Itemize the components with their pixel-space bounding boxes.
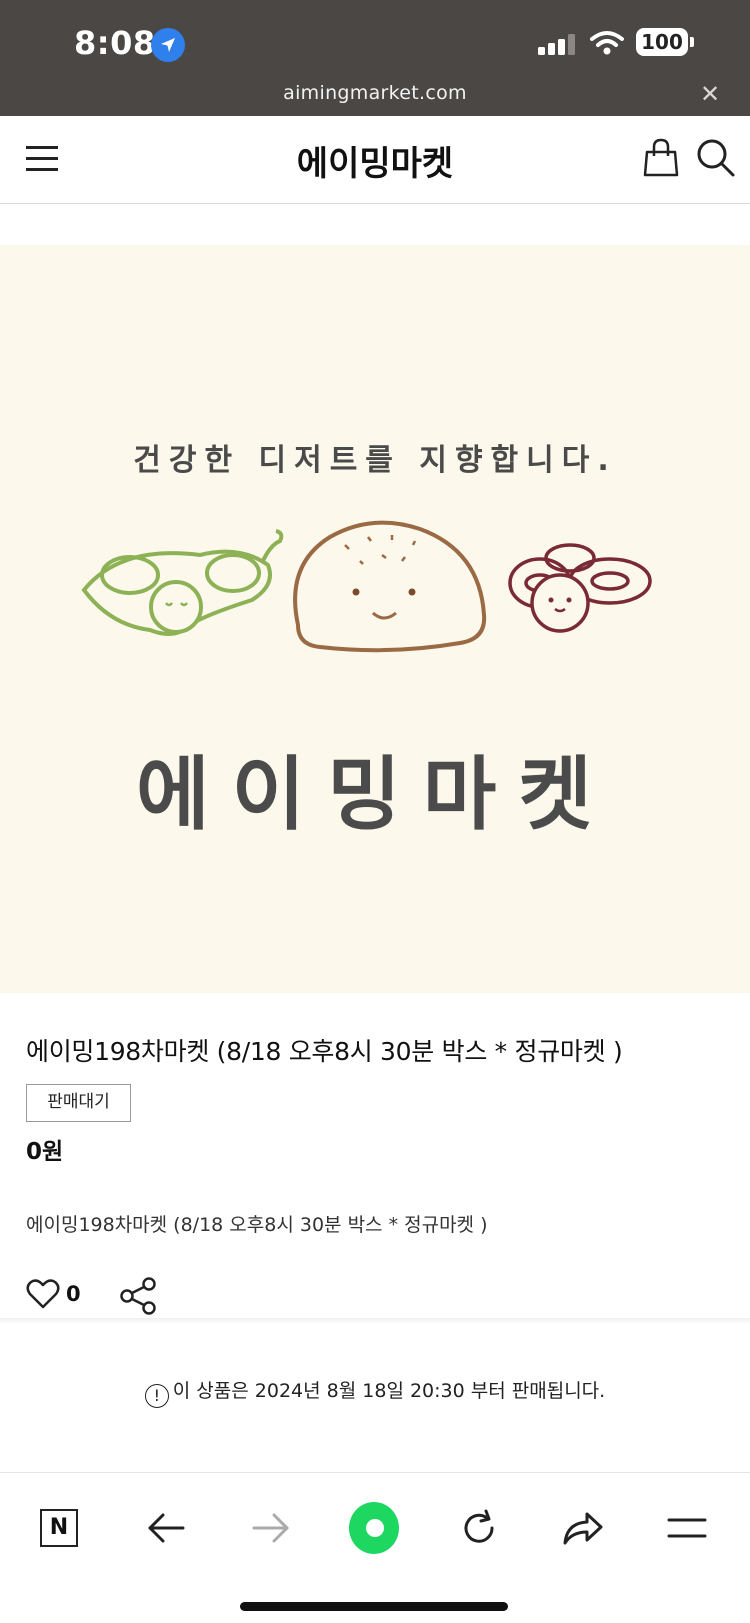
browser-toolbar: N xyxy=(0,1472,750,1623)
product-hero-image: 건강한 디저트를 지향합니다. 에이밍마켓 xyxy=(0,245,750,993)
green-dot-icon[interactable] xyxy=(349,1502,399,1554)
status-bar: 8:08 100 aimingmarket.com ✕ xyxy=(0,0,750,116)
heart-icon xyxy=(26,1279,60,1309)
hero-logo-text: 에이밍마켓 xyxy=(136,748,614,841)
site-header: 에이밍마켓 xyxy=(0,116,750,204)
edamame-icon xyxy=(81,529,284,636)
like-count: 0 xyxy=(66,1282,81,1306)
back-arrow-icon[interactable] xyxy=(141,1503,191,1553)
wifi-icon xyxy=(590,30,624,60)
close-icon[interactable]: ✕ xyxy=(700,82,720,106)
product-description: 에이밍198차마켓 (8/18 오후8시 30분 박스 * 정규마켓 ) xyxy=(26,1214,488,1236)
hero-subtitle: 건강한 디저트를 지향합니다. xyxy=(133,443,617,478)
sale-notice: ! 이 상품은 2024년 8월 18일 20:30 부터 판매됩니다. xyxy=(0,1376,750,1408)
battery-nub xyxy=(690,37,694,47)
location-arrow-icon xyxy=(151,28,185,62)
product-title: 에이밍198차마켓 (8/18 오후8시 30분 박스 * 정규마켓 ) xyxy=(26,1037,623,1066)
hamburger-menu-icon[interactable] xyxy=(662,1503,712,1553)
shopping-bag-icon[interactable] xyxy=(643,138,679,182)
n-logo: N xyxy=(40,1509,78,1547)
bread-icon xyxy=(293,520,487,653)
red-bean-icon xyxy=(508,543,652,633)
home-indicator xyxy=(240,1602,508,1611)
url-bar[interactable]: aimingmarket.com xyxy=(0,82,750,104)
site-title[interactable]: 에이밍마켓 xyxy=(0,136,750,185)
hero-illustration xyxy=(81,520,652,653)
status-badge: 판매대기 xyxy=(26,1084,131,1122)
status-time: 8:08 xyxy=(74,24,156,62)
n-home-icon[interactable]: N xyxy=(34,1503,84,1553)
share-icon[interactable] xyxy=(118,1276,158,1320)
refresh-icon[interactable] xyxy=(454,1503,504,1553)
share-arrow-icon[interactable] xyxy=(558,1503,608,1553)
battery-icon: 100 xyxy=(636,28,688,56)
forward-arrow-icon[interactable] xyxy=(246,1503,296,1553)
search-icon[interactable] xyxy=(696,138,736,182)
green-home-button xyxy=(349,1502,399,1554)
info-icon: ! xyxy=(144,1384,169,1408)
section-divider xyxy=(0,1318,750,1324)
sale-notice-text: 이 상품은 2024년 8월 18일 20:30 부터 판매됩니다. xyxy=(172,1380,606,1402)
product-price: 0원 xyxy=(26,1139,64,1165)
signal-icon xyxy=(538,34,580,60)
